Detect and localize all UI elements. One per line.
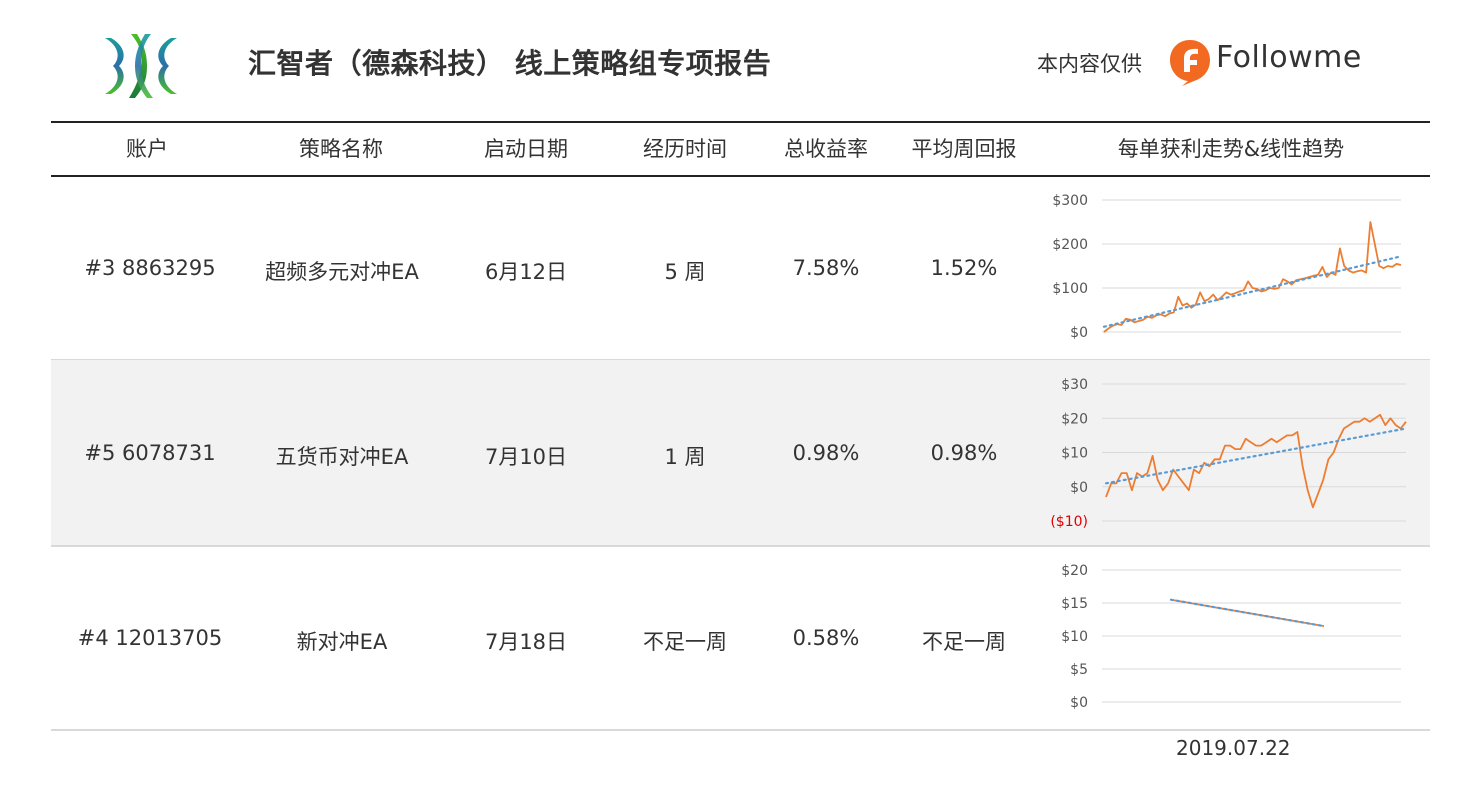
y-tick-label: $200 [1052, 237, 1088, 253]
column-header-start-date: 启动日期 [484, 137, 568, 161]
y-tick-label: $30 [1061, 377, 1088, 393]
y-tick-label: $20 [1061, 563, 1088, 579]
linear-trend-line [1169, 598, 1326, 628]
start-date-cell: 7月18日 [484, 630, 568, 654]
profit-trend-chart: $30 $20 $10 $0 ($10) [1050, 377, 1408, 530]
column-header-strategy: 策略名称 [299, 137, 383, 161]
report-title: 汇智者（德森科技） 线上策略组专项报告 [248, 47, 772, 80]
strategy-cell: 新对冲EA [296, 630, 388, 654]
duration-cell: 5 周 [664, 260, 706, 284]
total-return-cell: 0.98% [792, 441, 860, 465]
start-date-cell: 6月12日 [484, 260, 568, 284]
sponsor-text: 本内容仅供 [1037, 52, 1142, 76]
report-header: 汇智者（德森科技） 线上策略组专项报告 本内容仅供 Followme [0, 0, 1469, 120]
account-cell: #4 12013705 [77, 626, 223, 650]
weekly-return-cell: 1.52% [930, 256, 998, 280]
y-tick-label: $15 [1061, 596, 1088, 612]
profit-series-line [1103, 221, 1402, 333]
y-tick-label: ($10) [1050, 514, 1088, 530]
profit-trend-chart: $20 $15 $10 $5 $0 [1061, 563, 1401, 711]
account-cell: #3 8863295 [84, 256, 216, 280]
duration-cell: 不足一周 [643, 630, 727, 654]
duration-cell: 1 周 [664, 445, 706, 469]
y-tick-label: $0 [1070, 695, 1088, 711]
linear-trend-line [1104, 427, 1408, 485]
table-bottom-rule [51, 729, 1430, 731]
column-header-total-return: 总收益率 [784, 137, 868, 161]
column-header-weekly-return: 平均周回报 [911, 137, 1017, 161]
profit-series-line [1105, 413, 1407, 509]
y-tick-label: $100 [1052, 281, 1088, 297]
y-tick-label: $10 [1061, 446, 1088, 462]
start-date-cell: 7月10日 [484, 445, 568, 469]
y-tick-label: $5 [1070, 662, 1088, 678]
followme-brand-name: Followme [1216, 40, 1362, 75]
followme-logo-icon [1170, 40, 1210, 86]
weekly-return-cell: 0.98% [930, 441, 998, 465]
y-tick-label: $10 [1061, 629, 1088, 645]
y-tick-label: $0 [1070, 480, 1088, 496]
column-header-account: 账户 [126, 137, 168, 161]
strategy-cell: 五货币对冲EA [275, 445, 409, 469]
report-date: 2019.07.22 [1176, 736, 1291, 760]
total-return-cell: 0.58% [792, 626, 860, 650]
column-header-profit-trend: 每单获利走势&线性趋势 [1117, 137, 1345, 161]
account-cell: #5 6078731 [84, 441, 216, 465]
y-tick-label: $300 [1052, 193, 1088, 209]
y-tick-label: $20 [1061, 411, 1088, 427]
column-header-duration: 经历时间 [643, 137, 727, 161]
total-return-cell: 7.58% [792, 256, 860, 280]
strategy-cell: 超频多元对冲EA [265, 260, 419, 284]
table-header: 账户 策略名称 启动日期 经历时间 总收益率 平均周回报 每单获利走势&线性趋势 [0, 123, 1469, 175]
company-logo [105, 34, 177, 98]
y-tick-label: $0 [1070, 325, 1088, 341]
profit-trend-chart: $300 $200 $100 $0 [1052, 193, 1403, 341]
weekly-return-cell: 不足一周 [922, 630, 1006, 654]
